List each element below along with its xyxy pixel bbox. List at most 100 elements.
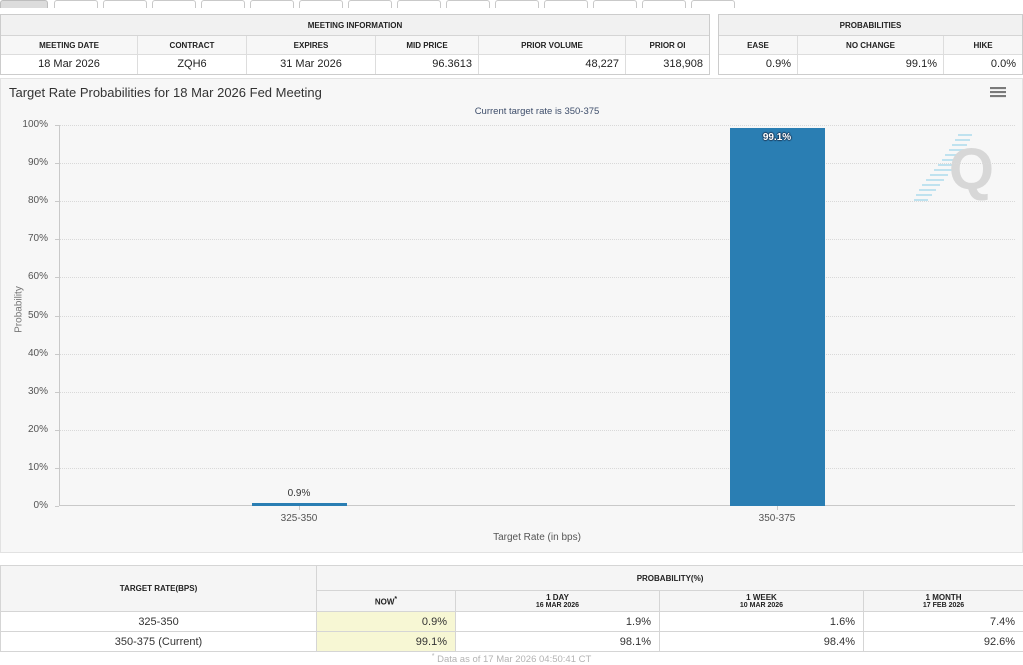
tab-stub-11[interactable] bbox=[495, 0, 539, 8]
period-label: 1 MONTH bbox=[926, 593, 962, 602]
target-rate-cell: 350-375 (Current) bbox=[1, 632, 317, 652]
value-96-3613: 96.3613 bbox=[376, 55, 479, 74]
y-tick-40 bbox=[55, 354, 59, 355]
y-tick-10 bbox=[55, 468, 59, 469]
header-expires: EXPIRES bbox=[247, 36, 376, 55]
gridline-60 bbox=[60, 277, 1015, 278]
header-meeting-date: MEETING DATE bbox=[1, 36, 138, 55]
tab-stub-12[interactable] bbox=[544, 0, 588, 8]
period-header-1-day: 1 DAY16 MAR 2026 bbox=[456, 591, 660, 612]
now-label: NOW bbox=[375, 597, 395, 606]
header-contract: CONTRACT bbox=[138, 36, 247, 55]
gridline-30 bbox=[60, 392, 1015, 393]
y-tick-label-10: 10% bbox=[8, 462, 48, 473]
value-18-mar-2026: 18 Mar 2026 bbox=[1, 55, 138, 74]
value-zqh6: ZQH6 bbox=[138, 55, 247, 74]
tab-stub-7[interactable] bbox=[299, 0, 343, 8]
tab-stub-4[interactable] bbox=[152, 0, 196, 8]
chart-subtitle: Current target rate is 350-375 bbox=[59, 106, 1015, 117]
one-month-cell: 92.6% bbox=[864, 632, 1023, 652]
gridline-10 bbox=[60, 468, 1015, 469]
y-tick-60 bbox=[55, 277, 59, 278]
y-tick-100 bbox=[55, 125, 59, 126]
one-day-cell: 98.1% bbox=[456, 632, 660, 652]
tab-stub-1[interactable] bbox=[0, 0, 48, 8]
tab-stub-13[interactable] bbox=[593, 0, 637, 8]
probability-group-header: PROBABILITY(%) bbox=[317, 566, 1023, 591]
now-cell: 99.1% bbox=[317, 632, 456, 652]
data-asof-note: * Data as of 17 Mar 2026 04:50:41 CT bbox=[0, 653, 1023, 665]
probabilities-values: 0.9%99.1%0.0% bbox=[719, 55, 1022, 74]
header-prior-volume: PRIOR VOLUME bbox=[479, 36, 626, 55]
y-tick-0 bbox=[55, 506, 59, 507]
footnote-asterisk: * bbox=[432, 653, 435, 660]
header-mid-price: MID PRICE bbox=[376, 36, 479, 55]
now-cell: 0.9% bbox=[317, 612, 456, 632]
probability-history-table: TARGET RATE(BPS) PROBABILITY(%) NOW* 1 D… bbox=[0, 565, 1023, 652]
tab-stub-14[interactable] bbox=[642, 0, 686, 8]
y-tick-50 bbox=[55, 316, 59, 317]
gridline-90 bbox=[60, 163, 1015, 164]
tab-stub-9[interactable] bbox=[397, 0, 441, 8]
one-week-cell: 98.4% bbox=[660, 632, 864, 652]
now-asterisk: * bbox=[394, 596, 397, 603]
one-month-cell: 7.4% bbox=[864, 612, 1023, 632]
y-tick-label-0: 0% bbox=[8, 500, 48, 511]
now-column-header: NOW* bbox=[317, 591, 456, 612]
y-tick-label-90: 90% bbox=[8, 157, 48, 168]
gridline-50 bbox=[60, 316, 1015, 317]
tab-stub-8[interactable] bbox=[348, 0, 392, 8]
meeting-information-headers: MEETING DATECONTRACTEXPIRESMID PRICEPRIO… bbox=[1, 36, 709, 55]
table-row: 325-3500.9%1.9%1.6%7.4% bbox=[1, 612, 1023, 632]
header-hike: HIKE bbox=[944, 36, 1022, 55]
x-tick-325-350 bbox=[299, 506, 300, 510]
hamburger-menu-icon[interactable] bbox=[990, 87, 1006, 100]
period-header-1-month: 1 MONTH17 FEB 2026 bbox=[864, 591, 1023, 612]
header-no-change: NO CHANGE bbox=[798, 36, 944, 55]
period-date: 10 MAR 2026 bbox=[660, 602, 863, 609]
header-ease: EASE bbox=[719, 36, 798, 55]
tab-stub-5[interactable] bbox=[201, 0, 245, 8]
value-31-mar-2026: 31 Mar 2026 bbox=[247, 55, 376, 74]
period-date: 17 FEB 2026 bbox=[864, 602, 1023, 609]
bar-value-label-350-375: 99.1% bbox=[717, 132, 837, 143]
tab-stub-2[interactable] bbox=[54, 0, 98, 8]
footnote-text: Data as of 17 Mar 2026 04:50:41 CT bbox=[437, 654, 591, 665]
table-row: 350-375 (Current)99.1%98.1%98.4%92.6% bbox=[1, 632, 1023, 652]
one-week-cell: 1.6% bbox=[660, 612, 864, 632]
header-prior-oi: PRIOR OI bbox=[626, 36, 709, 55]
y-tick-70 bbox=[55, 239, 59, 240]
gridline-80 bbox=[60, 201, 1015, 202]
probabilities-panel: PROBABILITIES EASENO CHANGEHIKE 0.9%99.1… bbox=[718, 14, 1023, 75]
probabilities-headers: EASENO CHANGEHIKE bbox=[719, 36, 1022, 55]
gridline-70 bbox=[60, 239, 1015, 240]
value-0-0-: 0.0% bbox=[944, 55, 1022, 74]
tab-stub-15[interactable] bbox=[691, 0, 735, 8]
gridline-100 bbox=[60, 125, 1015, 126]
period-label: 1 WEEK bbox=[746, 593, 777, 602]
x-tick-350-375 bbox=[777, 506, 778, 510]
one-day-cell: 1.9% bbox=[456, 612, 660, 632]
meeting-information-values: 18 Mar 2026ZQH631 Mar 202696.361348,2273… bbox=[1, 55, 709, 74]
y-tick-80 bbox=[55, 201, 59, 202]
target-rate-chart: Target Rate Probabilities for 18 Mar 202… bbox=[0, 78, 1023, 553]
target-rate-cell: 325-350 bbox=[1, 612, 317, 632]
y-tick-label-20: 20% bbox=[8, 424, 48, 435]
bar-350-375[interactable] bbox=[730, 128, 825, 506]
tab-stub-6[interactable] bbox=[250, 0, 294, 8]
target-rate-header: TARGET RATE(BPS) bbox=[1, 566, 317, 612]
y-tick-label-100: 100% bbox=[8, 119, 48, 130]
y-tick-20 bbox=[55, 430, 59, 431]
y-tick-label-80: 80% bbox=[8, 195, 48, 206]
gridline-20 bbox=[60, 430, 1015, 431]
tab-stub-10[interactable] bbox=[446, 0, 490, 8]
value-48-227: 48,227 bbox=[479, 55, 626, 74]
bar-chart-plot-area: 0%10%20%30%40%50%60%70%80%90%100%0.9%325… bbox=[59, 125, 1015, 506]
period-date: 16 MAR 2026 bbox=[456, 602, 659, 609]
period-header-1-week: 1 WEEK10 MAR 2026 bbox=[660, 591, 864, 612]
x-tick-label-350-375: 350-375 bbox=[717, 513, 837, 524]
tab-stub-3[interactable] bbox=[103, 0, 147, 8]
gridline-40 bbox=[60, 354, 1015, 355]
x-axis-title: Target Rate (in bps) bbox=[59, 532, 1015, 543]
x-tick-label-325-350: 325-350 bbox=[239, 513, 359, 524]
